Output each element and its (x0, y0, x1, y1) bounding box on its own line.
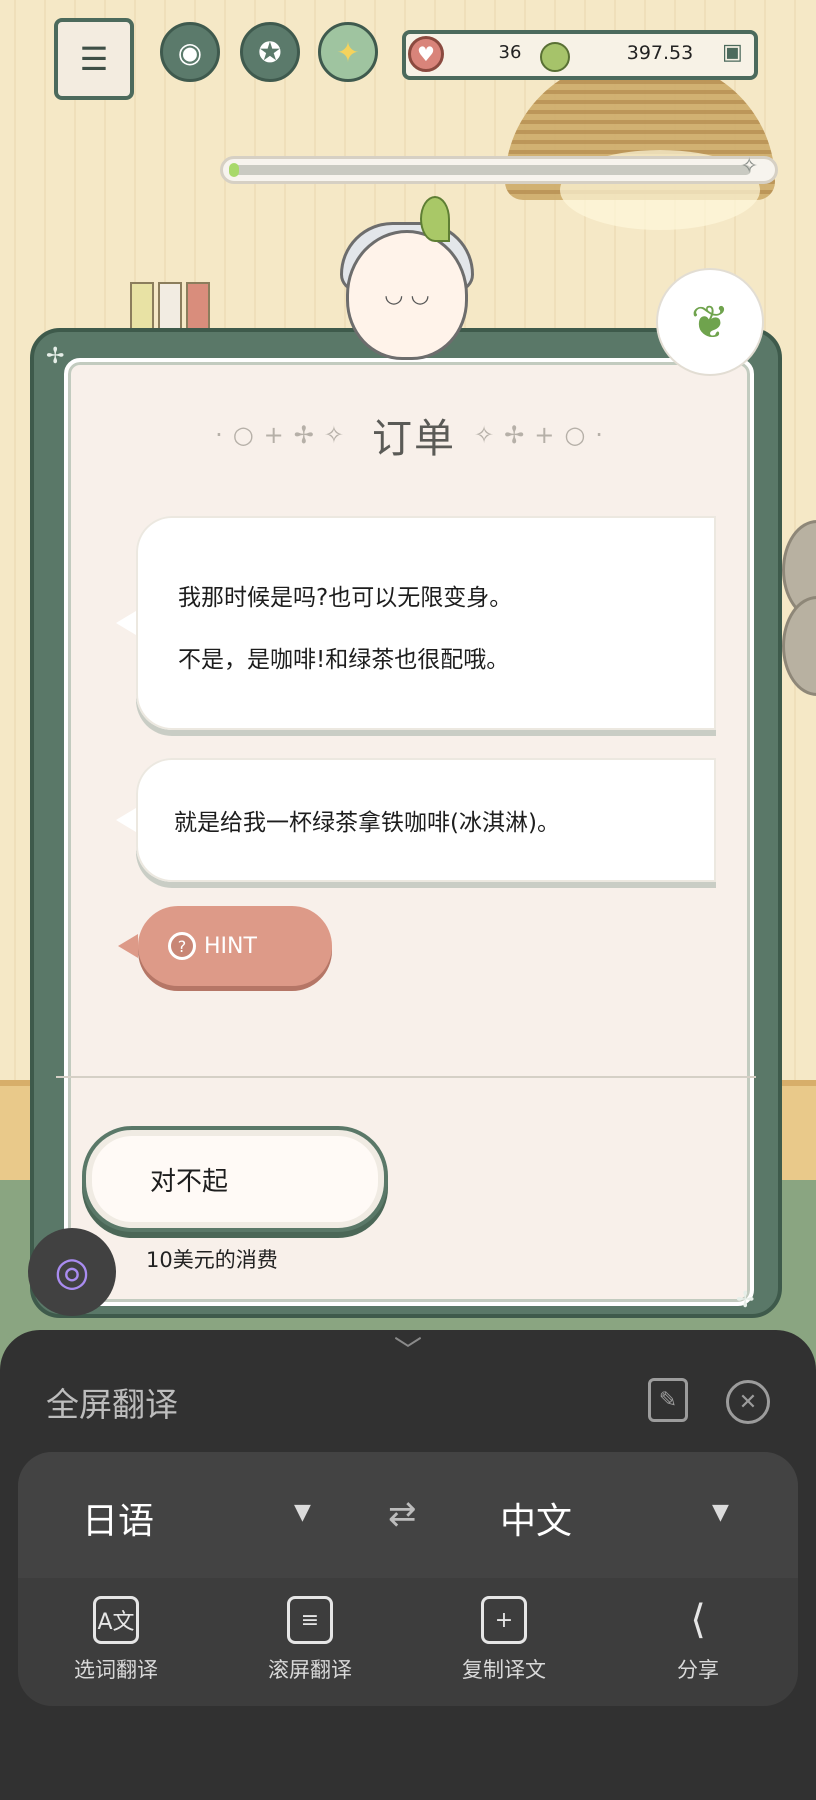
share-icon: ⟨ (690, 1597, 706, 1643)
close-icon[interactable]: ✕ (726, 1380, 770, 1424)
customer-avatar: ◡ ◡ (346, 230, 468, 360)
lens-icon: ◎ (54, 1249, 90, 1295)
dialogue-line: 不是，是咖啡!和绿茶也很配哦。 (178, 647, 510, 673)
leaf-icon: ❦ (690, 295, 730, 349)
edit-icon[interactable]: ✎ (648, 1378, 688, 1422)
camera-button[interactable]: ◉ (160, 22, 220, 82)
corner-star-icon: ✢ (46, 344, 65, 369)
share-button[interactable]: ⟨ 分享 (618, 1596, 778, 1696)
hint-label: HINT (204, 933, 257, 959)
leaf-button[interactable]: ❦ (656, 268, 764, 376)
progress-fill (229, 163, 239, 177)
floating-lens-button[interactable]: ◎ (28, 1228, 116, 1316)
tool-label: 分享 (677, 1658, 719, 1682)
source-language-select[interactable]: 日语 (82, 1492, 154, 1544)
bookshelf-books (130, 282, 220, 332)
progress-track (231, 165, 751, 175)
dialogue-bubble: 就是给我一杯绿茶拿铁咖啡(冰淇淋)。 (116, 758, 716, 882)
title-decoration-icon: ✧✢+○· (474, 421, 613, 449)
tool-label: 滚屏翻译 (268, 1658, 352, 1682)
menu-icon: ☰ (79, 40, 109, 78)
swap-languages-icon[interactable]: ⇄ (388, 1494, 417, 1534)
collapse-chevron-icon[interactable]: ﹀ (368, 1337, 448, 1365)
coin-icon (540, 42, 570, 72)
reply-option-label: 对不起 (150, 1166, 229, 1197)
level-progress-bar (220, 156, 778, 184)
order-title: ·○+✢✧ 订单 ✧✢+○· (134, 402, 694, 468)
sprout-icon (420, 196, 450, 242)
scroll-translate-icon: ≡ (287, 1596, 333, 1644)
camera-icon: ◉ (177, 35, 203, 69)
sheet-title: 全屏翻译 (46, 1385, 178, 1424)
word-select-translate-icon: A文 (93, 1596, 139, 1644)
card-divider (56, 1076, 756, 1078)
heart-icon: ♥ (408, 36, 444, 72)
hearts-count: 36 (498, 42, 522, 63)
award-icon: ✪ (258, 35, 282, 69)
money-amount: 397.53 (626, 42, 694, 64)
reply-option-button[interactable]: 对不起 (82, 1126, 388, 1232)
progress-sparkle-icon: ✧ (740, 154, 759, 179)
question-icon: ? (168, 932, 196, 960)
target-dropdown-icon[interactable]: ▼ (712, 1500, 729, 1525)
shop-cart-icon[interactable]: ▣ (722, 40, 750, 68)
sparkle-shop-button[interactable]: ✦ (318, 22, 378, 82)
dialogue-bubble: 我那时候是吗?也可以无限变身。 不是，是咖啡!和绿茶也很配哦。 (116, 516, 716, 730)
word-select-translate-button[interactable]: A文 选词翻译 (36, 1596, 196, 1696)
target-language-select[interactable]: 中文 (500, 1492, 572, 1544)
scroll-translate-button[interactable]: ≡ 滚屏翻译 (230, 1596, 390, 1696)
tool-label: 复制译文 (462, 1658, 546, 1682)
copy-translation-button[interactable]: + 复制译文 (424, 1596, 584, 1696)
award-button[interactable]: ✪ (240, 22, 300, 82)
source-dropdown-icon[interactable]: ▼ (294, 1500, 311, 1525)
corner-star-icon: ✢ (736, 1288, 755, 1313)
reply-cost: 10美元的消费 (146, 1248, 278, 1272)
sparkle-icon: ✦ (336, 35, 360, 69)
hint-button[interactable]: ? HINT (118, 906, 332, 986)
order-title-text: 订单 (372, 416, 456, 462)
tool-label: 选词翻译 (74, 1658, 158, 1682)
title-decoration-icon: ·○+✢✧ (215, 421, 354, 449)
copy-translation-icon: + (481, 1596, 527, 1644)
dialogue-line: 我那时候是吗?也可以无限变身。 (178, 585, 513, 611)
menu-button[interactable]: ☰ (54, 18, 134, 100)
dialogue-line: 就是给我一杯绿茶拿铁咖啡(冰淇淋)。 (174, 810, 560, 836)
